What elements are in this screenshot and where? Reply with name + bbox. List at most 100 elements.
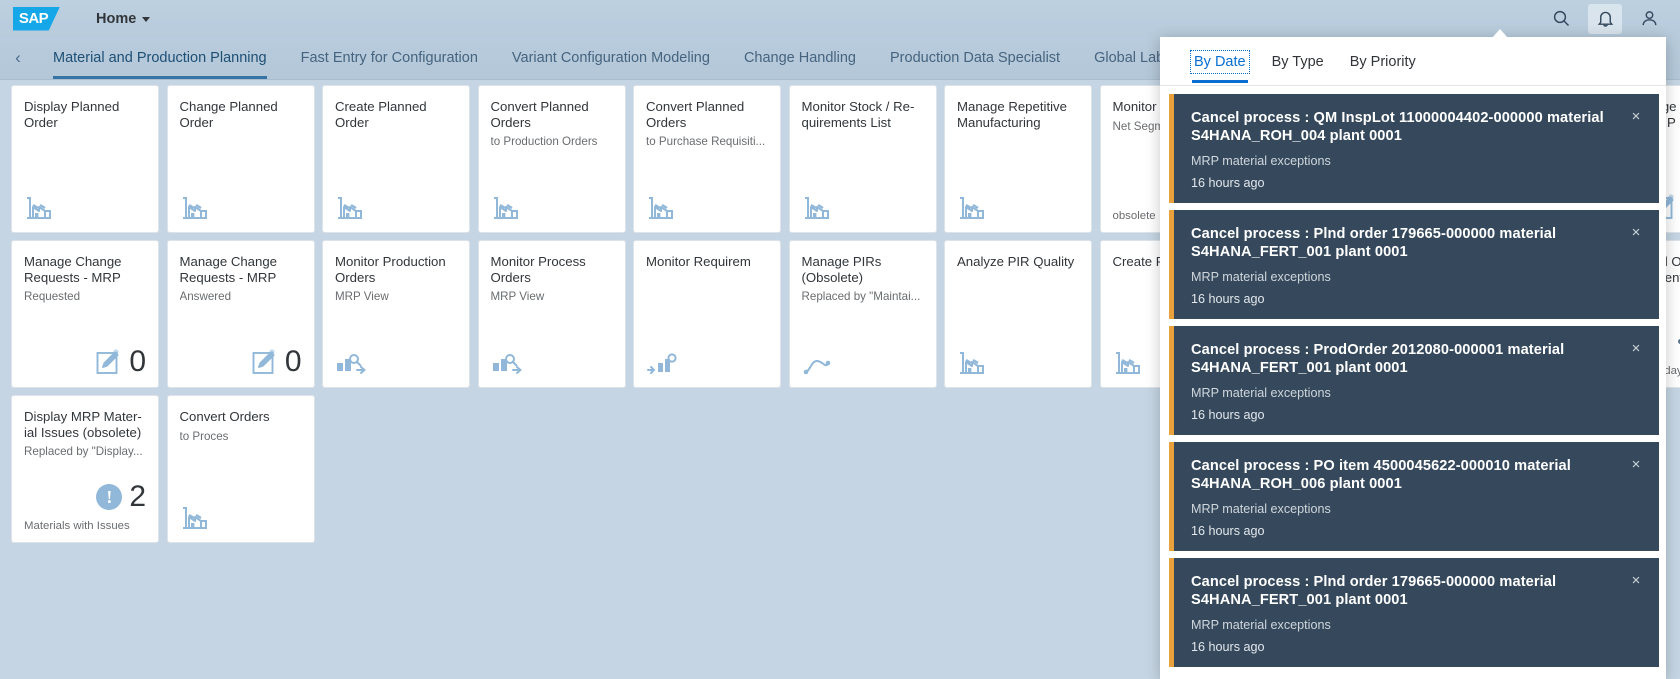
tile-subtitle: MRP View <box>335 290 389 303</box>
tab-variant-configuration-modeling[interactable]: Variant Configuration Modeling <box>495 37 727 79</box>
tab-production-data-specialist[interactable]: Production Data Specialist <box>873 37 1077 79</box>
notification-category: MRP material exceptions <box>1191 502 1331 516</box>
tile[interactable]: Monitor Stock / Re-quirements List <box>788 85 937 233</box>
tile-title: Manage Repetitive Manufacturing <box>957 99 1067 130</box>
tile-body <box>802 130 924 222</box>
tile[interactable]: Display Planned Order <box>11 85 159 233</box>
tile-icon-row <box>180 504 302 532</box>
tile-title: Monitor Process Orders <box>490 254 586 285</box>
tile[interactable]: Monitor Production Orders MRP View <box>322 240 470 388</box>
tile-body: ! 2 <box>24 459 146 512</box>
tile-body <box>802 304 924 377</box>
tile[interactable]: Display MRP Mater-ial Issues (obsolete) R… <box>11 395 159 543</box>
pir-icon <box>802 355 832 377</box>
factory-icon <box>957 349 987 377</box>
notification-card[interactable]: Cancel process : QM InspLot 11000004402-… <box>1169 94 1659 203</box>
tile-icon-row: 0 <box>24 347 146 377</box>
home-menu-button[interactable]: Home <box>90 7 156 31</box>
tile-icon-row <box>491 194 613 222</box>
tab-label: Fast Entry for Configuration <box>300 50 478 66</box>
tile-title: Display MRP Mater-ial Issues (obsolete) <box>24 409 142 440</box>
notification-category: MRP material exceptions <box>1191 154 1331 168</box>
tile-subtitle: to Purchase Requisiti... <box>646 135 766 148</box>
tile-count: 0 <box>284 345 302 378</box>
tile-icon-row <box>802 355 924 377</box>
sap-logo[interactable]: SAP <box>13 6 66 32</box>
factory-icon <box>1113 349 1143 377</box>
tab-material-and-production-planning[interactable]: Material and Production Planning <box>36 37 284 79</box>
tile[interactable]: Create Planned Order <box>322 85 470 233</box>
tile[interactable]: Convert Planned Orders to Purchase Requis… <box>633 85 781 233</box>
monitor-req-icon <box>646 351 678 377</box>
tile-icon-row <box>957 194 1079 222</box>
notification-category: MRP material exceptions <box>1191 386 1331 400</box>
tile-icon-row <box>180 194 302 222</box>
tab-label: Global Lab <box>1094 50 1165 66</box>
close-icon[interactable]: × <box>1625 453 1647 475</box>
close-icon[interactable]: × <box>1625 105 1647 127</box>
factory-icon <box>180 194 210 222</box>
tile-subtitle: Replaced by "Maintai... <box>801 290 921 303</box>
tile[interactable]: Analyze PIR Quality <box>944 240 1092 388</box>
tile-subtitle: to Production Orders <box>490 135 598 148</box>
tile[interactable]: Monitor Requirem <box>633 240 781 388</box>
tile[interactable]: Convert Orders to Proces <box>166 395 315 543</box>
tile[interactable]: Convert Planned Orders to Production Orde… <box>477 85 626 233</box>
notification-timestamp: 16 hours ago <box>1191 408 1265 422</box>
factory-icon <box>646 194 676 222</box>
home-label: Home <box>96 10 137 27</box>
monitor-order-icon <box>335 351 367 377</box>
chevron-down-icon <box>142 17 151 22</box>
tile-body <box>491 304 613 377</box>
tile-title: Change Planned Order <box>179 99 278 130</box>
notification-tab-by-date[interactable]: By Date <box>1184 40 1256 83</box>
search-icon[interactable] <box>1544 4 1578 34</box>
tab-label: Change Handling <box>743 50 856 66</box>
tile[interactable]: Change Planned Order <box>166 85 315 233</box>
tile[interactable]: Manage Change Requests - MRP Requested 0 <box>11 240 159 388</box>
tab-change-handling[interactable]: Change Handling <box>727 37 873 79</box>
app-root: SAP Home ‹ Material and Production Plann… <box>0 0 1680 679</box>
tab-label: Material and Production Planning <box>53 50 267 66</box>
tile-count: 0 <box>129 345 146 378</box>
shell-actions <box>1544 3 1666 34</box>
close-icon[interactable]: × <box>1625 221 1647 243</box>
tile-title: Create Planned Order <box>335 99 427 130</box>
tile[interactable]: Monitor Process Orders MRP View <box>477 240 626 388</box>
tile-icon-row <box>335 351 457 377</box>
tile[interactable]: Manage Repetitive Manufacturing <box>944 85 1092 233</box>
tile[interactable]: Manage PIRs (Obsolete) Replaced by "Maint… <box>788 240 937 388</box>
factory-icon <box>802 194 832 222</box>
factory-icon <box>957 194 987 222</box>
close-icon[interactable]: × <box>1625 569 1647 591</box>
bell-icon[interactable] <box>1588 3 1622 34</box>
notification-title: Cancel process : QM InspLot 11000004402-… <box>1191 110 1604 144</box>
tile-title: Convert Planned Orders <box>646 99 745 130</box>
user-icon[interactable] <box>1632 4 1666 34</box>
notification-card[interactable]: Cancel process : ProdOrder 2012080-00000… <box>1169 326 1659 435</box>
focus-ring <box>1190 49 1250 74</box>
tile-status-note: obsolete <box>1112 210 1156 222</box>
tile-body <box>491 149 613 222</box>
notification-card[interactable]: Cancel process : Plnd order 179665-00000… <box>1169 558 1659 667</box>
tile[interactable]: Manage Change Requests - MRP Answered 0 <box>166 240 315 388</box>
notification-card[interactable]: Cancel process : PO item 4500045622-0000… <box>1169 442 1659 551</box>
notification-tab-by-type[interactable]: By Type <box>1262 40 1334 83</box>
shell-bar: SAP Home <box>0 0 1680 37</box>
tab-scroll-left-button[interactable]: ‹ <box>0 37 36 79</box>
notification-timestamp: 16 hours ago <box>1191 176 1265 190</box>
tile-icon-row <box>335 194 457 222</box>
notification-tab-label: By Priority <box>1349 53 1416 70</box>
notification-timestamp: 16 hours ago <box>1191 640 1265 654</box>
notification-timestamp: 16 hours ago <box>1191 292 1265 306</box>
tile-title: Manage Change Requests - MRP <box>24 254 122 285</box>
notification-card[interactable]: Cancel process : Plnd order 179665-00000… <box>1169 210 1659 319</box>
edit-doc-icon <box>251 348 278 376</box>
tab-fast-entry-for-configuration[interactable]: Fast Entry for Configuration <box>284 37 495 79</box>
tile-icon-row <box>646 194 768 222</box>
tile-body <box>957 270 1079 378</box>
close-icon[interactable]: × <box>1625 337 1647 359</box>
notification-tab-by-priority[interactable]: By Priority <box>1340 40 1426 83</box>
tile-count: 2 <box>129 480 146 513</box>
tile-title: Monitor Stock / Re-quirements List <box>801 99 915 130</box>
